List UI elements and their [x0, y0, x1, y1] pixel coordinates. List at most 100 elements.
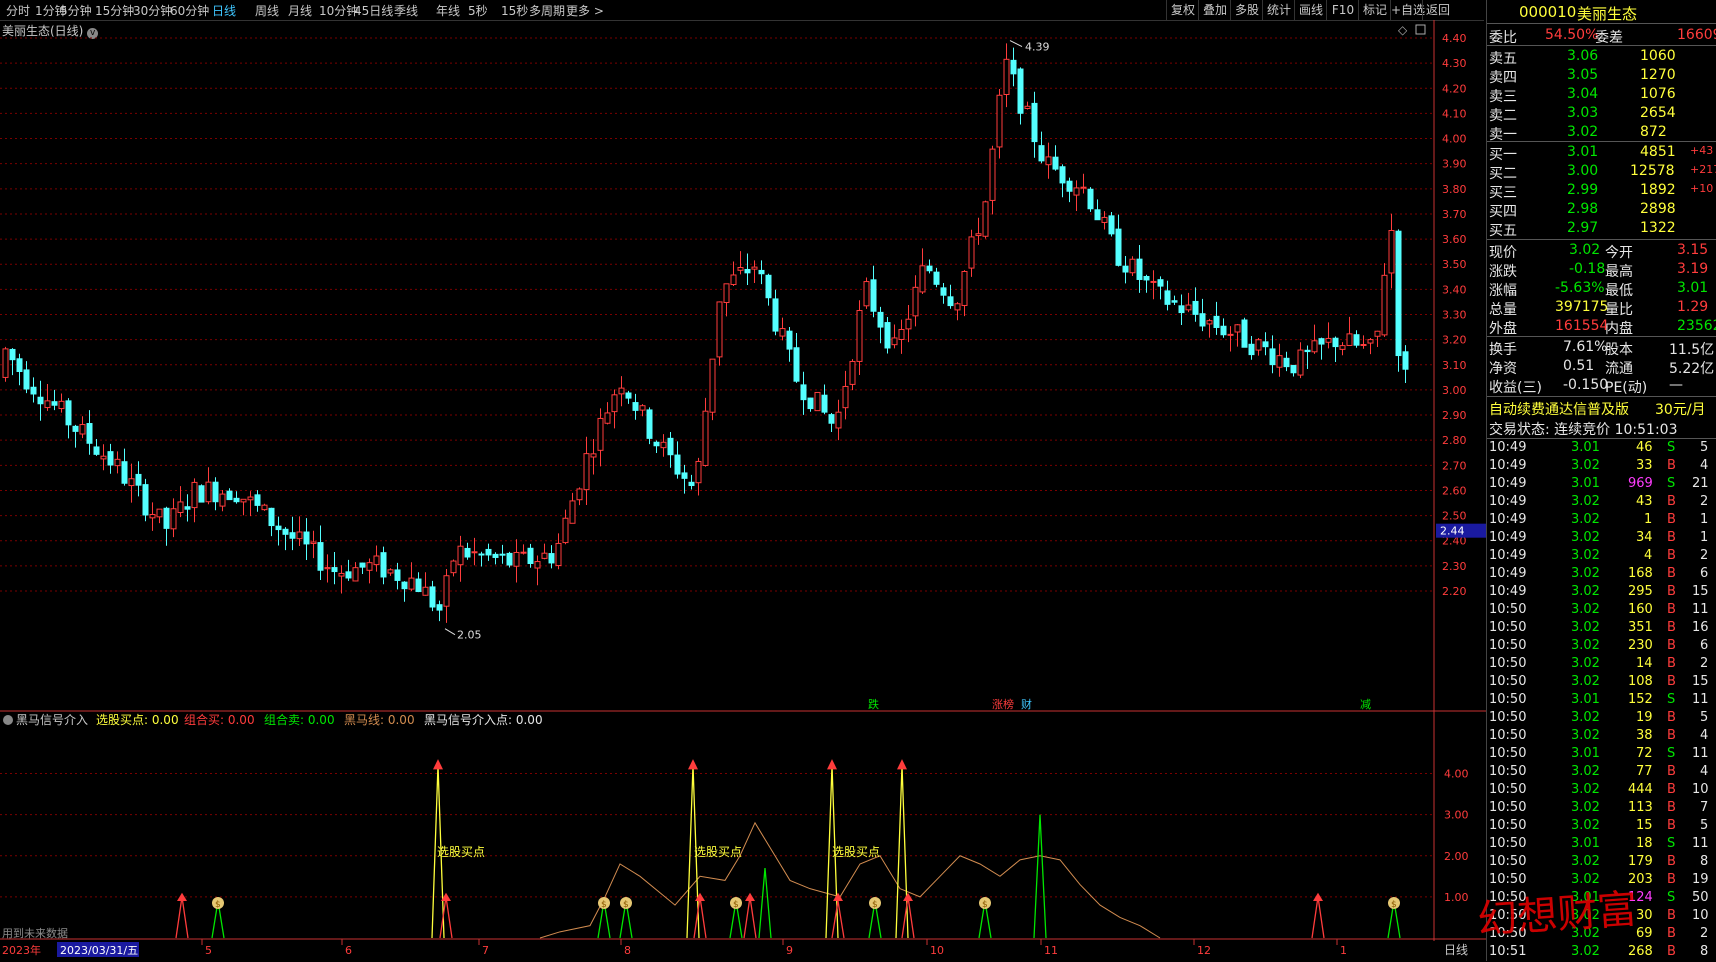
stock-header: 000010 美丽生态	[1487, 2, 1716, 23]
candle-body	[1367, 339, 1374, 344]
candle-body	[583, 453, 590, 491]
sell-level-row: 卖二 3.03 2654	[1489, 105, 1676, 124]
select-buy-label: 选股买点	[694, 845, 742, 859]
candle-body	[709, 358, 716, 413]
candle-body	[317, 542, 324, 571]
candle-body	[996, 94, 1003, 148]
indicator-tick-label: 3.00	[1444, 809, 1469, 822]
indicator-tick-label: 2.00	[1444, 850, 1469, 863]
period-tab[interactable]: 月线	[288, 2, 312, 19]
candle-body	[373, 555, 380, 566]
candle-body	[1136, 258, 1143, 280]
candle-body	[1381, 274, 1388, 336]
tick-row: 10:49 3.02 168 B 6	[1489, 566, 1709, 581]
period-tab[interactable]: 15分钟	[95, 2, 134, 19]
money-bag-glyph: $	[872, 900, 878, 910]
event-label: 财	[1021, 697, 1032, 711]
toolbar-action-button[interactable]: F10	[1326, 0, 1359, 20]
tick-row: 10:50 3.02 113 B 7	[1489, 800, 1709, 815]
toolbar-action-button[interactable]: 画线	[1294, 0, 1327, 20]
price-tick-label: 3.50	[1442, 258, 1467, 271]
candle-body	[716, 301, 723, 358]
toolbar-action-button[interactable]: 标记	[1358, 0, 1391, 20]
candle-body	[282, 528, 289, 535]
period-tab[interactable]: 15秒	[501, 2, 528, 19]
candle-body	[1157, 279, 1164, 287]
candle-body	[947, 296, 954, 307]
candle-body	[1164, 290, 1171, 305]
panel-divider	[1487, 336, 1716, 337]
month-label: 10	[930, 944, 944, 957]
candle-body	[1192, 300, 1199, 315]
toolbar-action-button[interactable]: 多股	[1230, 0, 1263, 20]
indicator-legend-item: 黑马信号介入点: 0.00	[424, 713, 543, 727]
period-tab[interactable]: 30分钟	[133, 2, 172, 19]
candle-body	[1318, 338, 1325, 345]
combo-sell-spike	[758, 868, 772, 939]
combo-buy-spike	[1311, 896, 1325, 939]
candle-body	[562, 517, 569, 544]
candle-body	[534, 561, 541, 569]
toolbar-action-button[interactable]: 统计	[1262, 0, 1295, 20]
future-data-note: 用到未来数据	[2, 926, 68, 940]
candle-body	[1073, 187, 1080, 196]
candle-body	[1101, 216, 1108, 223]
candle-body	[30, 386, 37, 395]
period-tab[interactable]: 周线	[255, 2, 279, 19]
candle-body	[982, 201, 989, 237]
period-tab[interactable]: 更多 >	[566, 2, 604, 19]
toolbar-action-button[interactable]: 叠加	[1198, 0, 1231, 20]
candle-body	[366, 562, 373, 571]
candle-body	[310, 541, 317, 544]
candle-body	[198, 485, 205, 503]
candle-body	[1353, 334, 1360, 346]
toolbar-action-button[interactable]: 复权	[1166, 0, 1199, 20]
combo-buy-spike	[439, 896, 453, 939]
tick-row: 10:50 3.02 108 B 15	[1489, 674, 1709, 689]
candle-body	[660, 441, 667, 449]
candle-body	[667, 437, 674, 456]
month-label: 7	[482, 944, 489, 957]
period-tab[interactable]: 日线	[212, 2, 236, 19]
tick-row: 10:49 3.02 43 B 2	[1489, 494, 1709, 509]
month-label: 8	[624, 944, 631, 957]
tick-row: 10:50 3.02 179 B 8	[1489, 854, 1709, 869]
toolbar-action-button[interactable]: +自选	[1390, 0, 1425, 20]
period-tab[interactable]: 5分钟	[60, 2, 92, 19]
price-tick-label: 3.00	[1442, 384, 1467, 397]
candle-body	[1108, 215, 1115, 235]
candle-body	[905, 318, 912, 330]
candle-body	[422, 586, 429, 596]
price-tick-label: 3.30	[1442, 309, 1467, 322]
period-tab[interactable]: 5秒	[468, 2, 488, 19]
money-bag-glyph: $	[215, 900, 221, 910]
candle-body	[275, 525, 282, 531]
kline-chart[interactable]: 4.40 4.30 4.20 4.10 4.00 3.90 3.80 3.70 3.60 3.50…	[0, 20, 1486, 961]
period-tab[interactable]: 季线	[394, 2, 418, 19]
candle-body	[1066, 180, 1073, 192]
period-tab[interactable]: 60分钟	[170, 2, 209, 19]
period-tab[interactable]: 年线	[436, 2, 460, 19]
candle-body	[646, 409, 653, 439]
candle-body	[261, 504, 268, 511]
period-tab[interactable]: 45日线	[354, 2, 393, 19]
candle-body	[51, 401, 58, 406]
candle-body	[450, 560, 457, 574]
candle-body	[478, 553, 485, 556]
sell-level-row: 卖四 3.05 1270	[1489, 67, 1676, 86]
toolbar-action-button[interactable]: 返回	[1422, 0, 1453, 20]
candle-body	[1045, 156, 1052, 166]
buy-arrow-icon	[897, 759, 907, 770]
candle-body	[170, 508, 177, 530]
period-tab[interactable]: 多周期	[529, 2, 565, 19]
candle-body	[639, 405, 646, 411]
year-label: 2023年	[2, 943, 41, 957]
buy-level-row: 买五 2.97 1322	[1489, 220, 1676, 239]
period-tab[interactable]: 10分钟	[319, 2, 358, 19]
period-tab[interactable]: 分时	[6, 2, 30, 19]
candle-body	[443, 575, 450, 607]
candle-body	[877, 311, 884, 328]
candle-body	[1402, 351, 1409, 370]
candle-body	[975, 233, 982, 237]
candle-body	[86, 423, 93, 444]
